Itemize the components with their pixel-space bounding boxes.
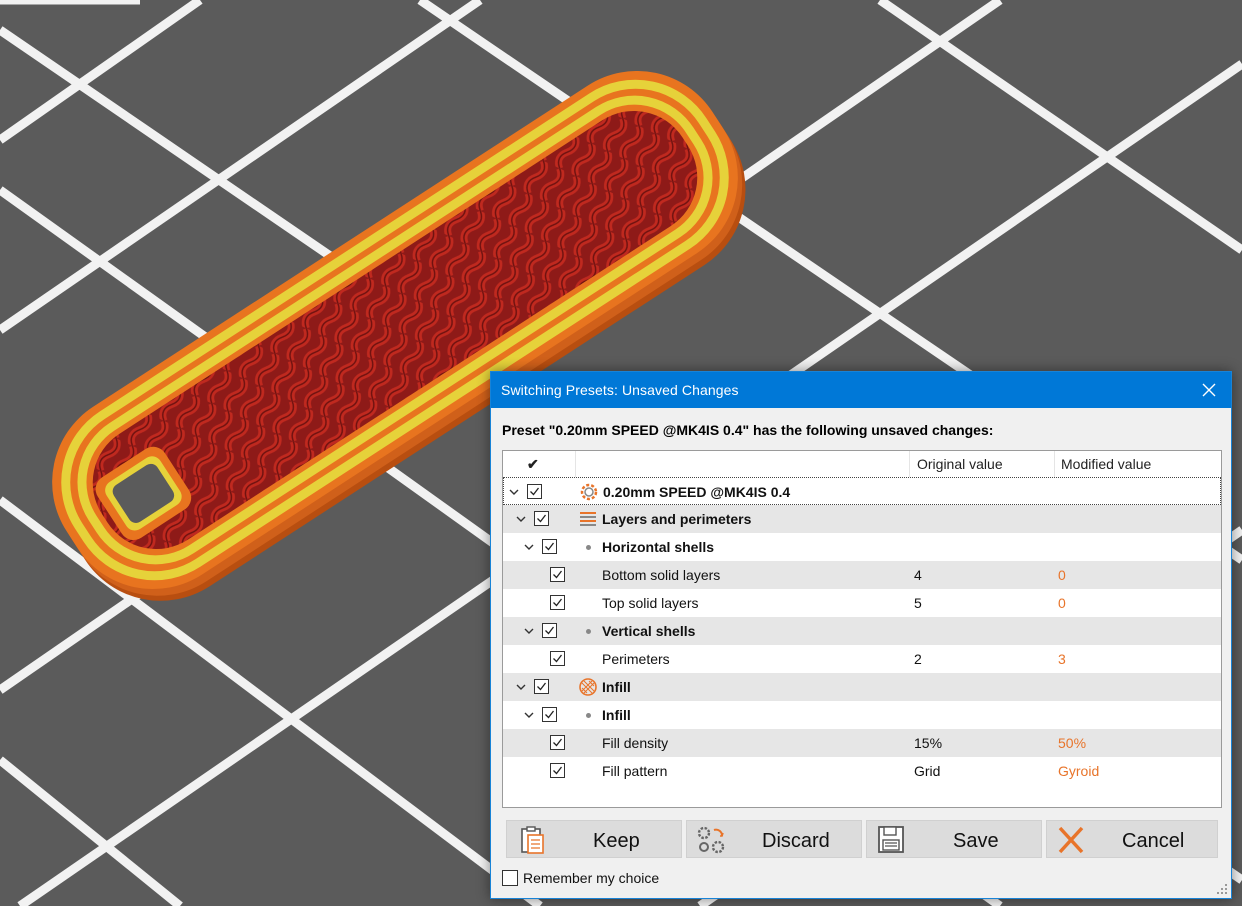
remember-choice-label: Remember my choice bbox=[523, 870, 660, 886]
row-checkbox[interactable] bbox=[550, 735, 565, 750]
modified-value-column-header[interactable]: Modified value bbox=[1061, 451, 1151, 477]
tree-row-label: Infill bbox=[602, 679, 631, 695]
tree-row-fill-pattern[interactable]: Fill pattern Grid Gyroid bbox=[503, 757, 1221, 785]
tree-row-bottom-solid-layers[interactable]: Bottom solid layers 4 0 bbox=[503, 561, 1221, 589]
clipboard-icon bbox=[521, 826, 544, 854]
tree-row-perimeters[interactable]: Perimeters 2 3 bbox=[503, 645, 1221, 673]
keep-button[interactable]: Keep bbox=[506, 820, 682, 858]
original-value: 5 bbox=[914, 595, 922, 611]
chevron-down-icon[interactable] bbox=[523, 709, 535, 721]
bullet-icon bbox=[586, 713, 591, 718]
tree-row-preset[interactable]: 0.20mm SPEED @MK4IS 0.4 bbox=[503, 477, 1221, 505]
discard-button[interactable]: Discard bbox=[686, 820, 862, 858]
tree-row-label: Layers and perimeters bbox=[602, 511, 752, 527]
keep-button-label: Keep bbox=[593, 830, 640, 852]
chevron-down-icon[interactable] bbox=[515, 681, 527, 693]
tree-row-horizontal-shells[interactable]: Horizontal shells bbox=[503, 533, 1221, 561]
tree-row-fill-density[interactable]: Fill density 15% 50% bbox=[503, 729, 1221, 757]
modified-value: 0 bbox=[1058, 595, 1066, 611]
tree-row-label: Infill bbox=[602, 707, 631, 723]
chevron-down-icon[interactable] bbox=[508, 486, 520, 498]
check-column-header[interactable]: ✔ bbox=[527, 451, 547, 477]
cancel-button[interactable]: Cancel bbox=[1046, 820, 1218, 858]
remember-choice-checkbox[interactable] bbox=[502, 870, 518, 886]
modified-value: 3 bbox=[1058, 651, 1066, 667]
original-value: 15% bbox=[914, 735, 943, 751]
cancel-button-label: Cancel bbox=[1122, 830, 1185, 852]
bullet-icon bbox=[586, 545, 591, 550]
close-button[interactable] bbox=[1187, 372, 1231, 408]
row-checkbox[interactable] bbox=[542, 707, 557, 722]
row-checkbox[interactable] bbox=[542, 539, 557, 554]
tree-row-layers-and-perimeters[interactable]: Layers and perimeters bbox=[503, 505, 1221, 533]
tree-row-label: Perimeters bbox=[602, 651, 670, 667]
floppy-disk-icon bbox=[878, 826, 904, 853]
tree-row-vertical-shells[interactable]: Vertical shells bbox=[503, 617, 1221, 645]
save-button[interactable]: Save bbox=[866, 820, 1042, 858]
original-value-column-header[interactable]: Original value bbox=[917, 451, 1003, 477]
tree-row-label: Fill density bbox=[602, 735, 669, 751]
original-value: Grid bbox=[914, 763, 941, 779]
tree-row-label: Horizontal shells bbox=[602, 539, 715, 555]
tree-row-label: Vertical shells bbox=[602, 623, 696, 639]
discard-button-label: Discard bbox=[762, 830, 830, 852]
bullet-icon bbox=[586, 629, 591, 634]
chevron-down-icon[interactable] bbox=[515, 513, 527, 525]
list-header: ✔ Original value Modified value bbox=[503, 451, 1221, 478]
row-checkbox[interactable] bbox=[534, 679, 549, 694]
dialog-title: Switching Presets: Unsaved Changes bbox=[501, 382, 739, 398]
tree-row-label: Top solid layers bbox=[602, 595, 699, 611]
row-checkbox[interactable] bbox=[550, 567, 565, 582]
row-checkbox[interactable] bbox=[550, 595, 565, 610]
gear-icon bbox=[580, 483, 598, 501]
tree-row-top-solid-layers[interactable]: Top solid layers 5 0 bbox=[503, 589, 1221, 617]
unsaved-changes-dialog: Switching Presets: Unsaved Changes Prese… bbox=[490, 371, 1232, 899]
modified-value: 0 bbox=[1058, 567, 1066, 583]
save-button-label: Save bbox=[953, 830, 999, 852]
row-checkbox[interactable] bbox=[542, 623, 557, 638]
dialog-heading: Preset "0.20mm SPEED @MK4IS 0.4" has the… bbox=[502, 422, 994, 438]
infill-icon bbox=[579, 678, 597, 696]
row-checkbox[interactable] bbox=[534, 511, 549, 526]
original-value: 4 bbox=[914, 567, 922, 583]
chevron-down-icon[interactable] bbox=[523, 541, 535, 553]
row-checkbox[interactable] bbox=[550, 763, 565, 778]
original-value: 2 bbox=[914, 651, 922, 667]
tree-row-infill-category[interactable]: Infill bbox=[503, 673, 1221, 701]
layers-icon bbox=[580, 512, 596, 526]
dialog-titlebar[interactable]: Switching Presets: Unsaved Changes bbox=[491, 372, 1231, 408]
modified-value: 50% bbox=[1058, 735, 1087, 751]
discard-gears-icon bbox=[697, 826, 725, 854]
modified-value: Gyroid bbox=[1058, 763, 1100, 779]
preset-checkbox[interactable] bbox=[527, 484, 542, 499]
row-checkbox[interactable] bbox=[550, 651, 565, 666]
close-icon bbox=[1202, 383, 1216, 397]
changes-tree-list[interactable]: ✔ Original value Modified value 0.20mm S… bbox=[502, 450, 1222, 808]
tree-row-infill-group[interactable]: Infill bbox=[503, 701, 1221, 729]
tree-row-label: 0.20mm SPEED @MK4IS 0.4 bbox=[603, 484, 791, 500]
tree-row-label: Fill pattern bbox=[602, 763, 668, 779]
cancel-x-icon bbox=[1058, 826, 1084, 854]
chevron-down-icon[interactable] bbox=[523, 625, 535, 637]
resize-grip-icon[interactable] bbox=[1216, 883, 1228, 895]
tree-row-label: Bottom solid layers bbox=[602, 567, 721, 583]
